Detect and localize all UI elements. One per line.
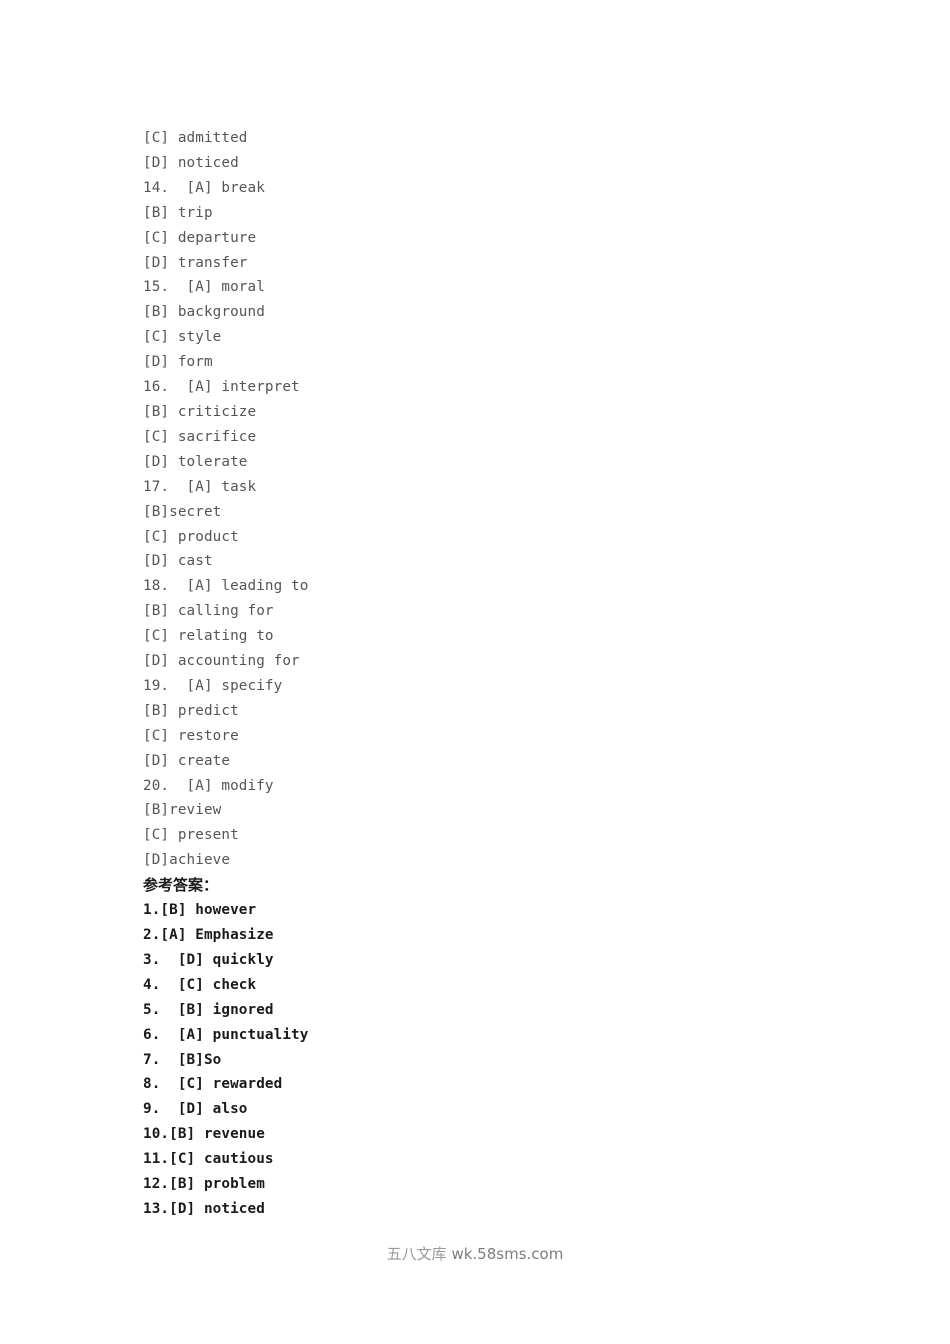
answer-line: 7. [B]So [143, 1051, 222, 1068]
option-line: [D] cast [143, 553, 213, 570]
option-line: 16. [A] interpret [143, 379, 300, 396]
answer-key-section: 参考答案： 1.[B] however 2.[A] Emphasize 3. [… [143, 873, 843, 1222]
option-line: 15. [A] moral [143, 279, 265, 296]
option-line: [C] sacrifice [143, 428, 257, 445]
option-line: 19. [A] specify [143, 677, 283, 694]
answer-line: 8. [C] rewarded [143, 1076, 283, 1093]
option-line: [C] admitted [143, 130, 248, 146]
watermark-site-name: 五八文库 [386, 1245, 447, 1263]
option-line: [B]secret [143, 503, 222, 520]
answer-line: 4. [C] check [143, 976, 257, 993]
watermark: 五八文库 wk.58sms.com [0, 1243, 950, 1264]
answer-line: 3. [D] quickly [143, 951, 274, 968]
answer-line: 9. [D] also [143, 1101, 248, 1118]
option-line: [B] criticize [143, 403, 257, 420]
answer-line: 11.[C] cautious [143, 1151, 274, 1168]
option-line: [D] form [143, 354, 213, 371]
option-line: [D] noticed [143, 154, 239, 171]
option-line: [D] accounting for [143, 653, 300, 670]
answer-line: 6. [A] punctuality [143, 1026, 309, 1043]
option-line: 18. [A] leading to [143, 578, 309, 595]
option-line: [D]achieve [143, 852, 231, 869]
option-line: [B] predict [143, 702, 239, 719]
document-content: [C] admitted [D] noticed 14. [A] break [… [143, 126, 843, 1222]
answer-line: 13.[D] noticed [143, 1200, 265, 1217]
option-line: [B] calling for [143, 603, 274, 620]
option-line: [C] product [143, 528, 239, 545]
option-line: [B] background [143, 304, 265, 321]
option-line: [B]review [143, 802, 222, 819]
answer-key-heading: 参考答案： [143, 876, 219, 895]
answer-line: 1.[B] however [143, 902, 257, 919]
option-line: [C] restore [143, 727, 239, 744]
answer-line: 2.[A] Emphasize [143, 927, 274, 943]
option-line: [D] transfer [143, 254, 248, 271]
answer-line: 10.[B] revenue [143, 1126, 265, 1143]
document-page: [C] admitted [D] noticed 14. [A] break [… [0, 0, 950, 1344]
options-block: [C] admitted [D] noticed 14. [A] break [… [143, 126, 843, 873]
option-line: [B] trip [143, 204, 213, 221]
option-line: [C] present [143, 827, 239, 844]
answer-line: 5. [B] ignored [143, 1001, 274, 1018]
option-line: [C] style [143, 329, 222, 346]
option-line: [D] create [143, 752, 231, 769]
option-line: [D] tolerate [143, 453, 248, 470]
answer-line: 12.[B] problem [143, 1176, 265, 1193]
option-line: 14. [A] break [143, 179, 265, 196]
option-line: 17. [A] task [143, 478, 257, 495]
option-line: [C] relating to [143, 628, 274, 645]
option-line: [C] departure [143, 229, 257, 246]
option-line: 20. [A] modify [143, 777, 274, 794]
watermark-url: wk.58sms.com [446, 1245, 564, 1263]
